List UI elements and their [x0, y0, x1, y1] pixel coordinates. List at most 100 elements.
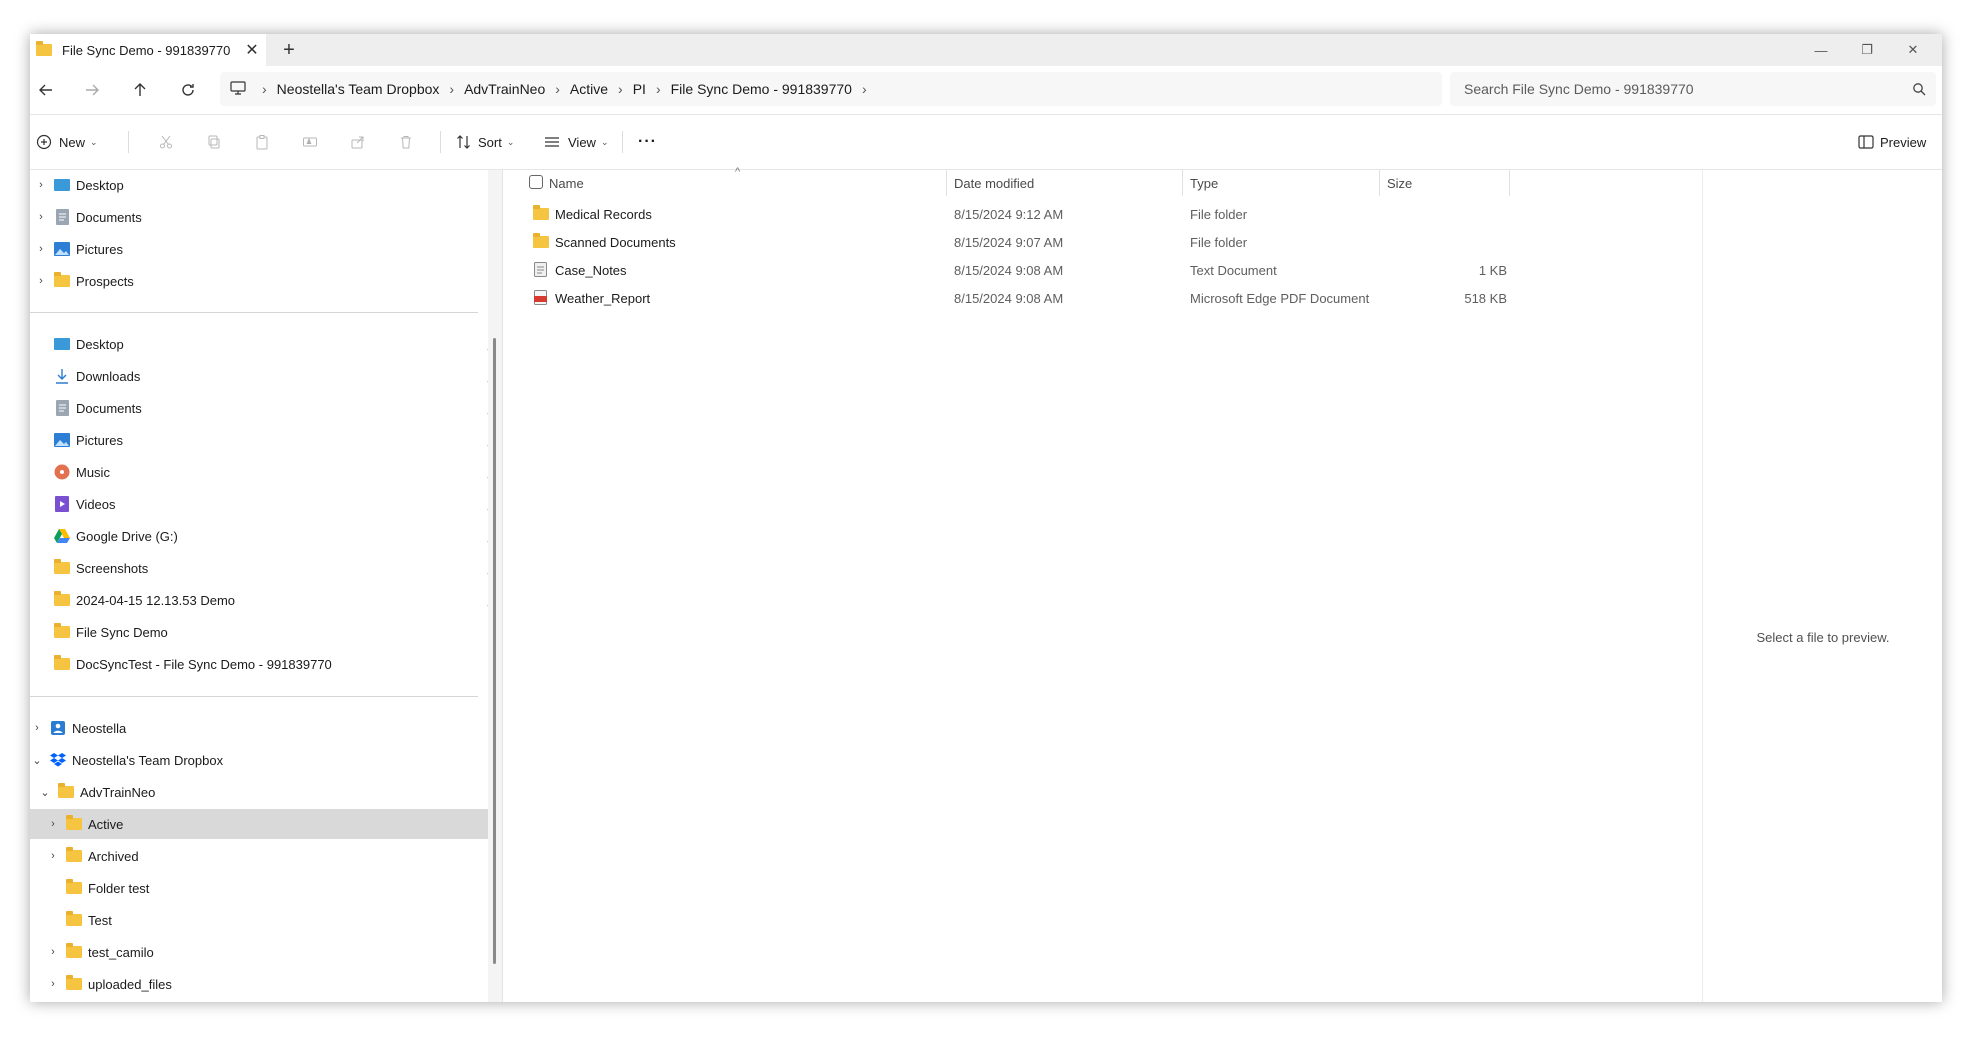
- quick-access-music[interactable]: Music 📌: [30, 457, 488, 487]
- tree-test-camilo[interactable]: › test_camilo: [30, 937, 488, 967]
- quick-access-docsynctest[interactable]: DocSyncTest - File Sync Demo - 991839770: [30, 649, 488, 679]
- column-divider[interactable]: [946, 170, 947, 196]
- cut-button[interactable]: [158, 130, 174, 154]
- close-tab-button[interactable]: ✕: [238, 40, 266, 60]
- select-all-checkbox[interactable]: [529, 175, 543, 192]
- chevron-right-icon[interactable]: ›: [555, 81, 560, 97]
- quick-access-demo-folder[interactable]: 2024-04-15 12.13.53 Demo 📌: [30, 585, 488, 615]
- trash-icon: [401, 136, 411, 149]
- chevron-right-icon[interactable]: ›: [34, 243, 48, 255]
- chevron-right-icon[interactable]: ›: [449, 81, 454, 97]
- scrollbar-thumb[interactable]: [493, 338, 496, 964]
- quick-access-videos[interactable]: Videos 📌: [30, 489, 488, 519]
- chevron-right-icon[interactable]: ›: [862, 81, 867, 97]
- quick-access-desktop[interactable]: Desktop 📌: [30, 329, 488, 359]
- quick-access-pictures[interactable]: Pictures 📌: [30, 425, 488, 455]
- share-button[interactable]: [350, 130, 366, 154]
- quick-access-google-drive[interactable]: Google Drive (G:) 📌: [30, 521, 488, 551]
- tab-title: File Sync Demo - 991839770: [62, 42, 231, 58]
- chevron-down-icon[interactable]: ⌄: [38, 786, 52, 799]
- column-divider[interactable]: [1182, 170, 1183, 196]
- table-row[interactable]: Scanned Documents 8/15/2024 9:07 AM File…: [503, 228, 1503, 256]
- table-row[interactable]: Case_Notes 8/15/2024 9:08 AM Text Docume…: [503, 256, 1507, 284]
- breadcrumb-file-sync-demo[interactable]: File Sync Demo - 991839770: [671, 81, 852, 97]
- folder-icon: [54, 655, 70, 672]
- breadcrumb-active[interactable]: Active: [570, 81, 608, 97]
- new-tab-button[interactable]: +: [276, 38, 302, 62]
- column-header-name[interactable]: Name: [549, 176, 584, 191]
- nav-item-prospects[interactable]: › Prospects: [30, 266, 486, 296]
- share-icon: [351, 136, 364, 149]
- tree-archived[interactable]: › Archived: [30, 841, 488, 871]
- paste-button[interactable]: [254, 130, 270, 154]
- chevron-right-icon[interactable]: ›: [656, 81, 661, 97]
- sort-button[interactable]: Sort ⌄: [456, 130, 514, 154]
- quick-access-screenshots[interactable]: Screenshots 📌: [30, 553, 488, 583]
- preview-toggle-button[interactable]: Preview: [1858, 130, 1926, 154]
- chevron-right-icon[interactable]: ›: [34, 211, 48, 223]
- close-window-button[interactable]: ✕: [1890, 34, 1936, 66]
- tree-team-dropbox[interactable]: ⌄ Neostella's Team Dropbox: [30, 745, 482, 775]
- up-button[interactable]: [126, 78, 154, 102]
- tree-active[interactable]: › Active: [30, 809, 488, 839]
- file-explorer-window: File Sync Demo - 991839770 ✕ + — ❐ ✕ › N…: [30, 34, 1942, 1002]
- column-divider[interactable]: [1509, 170, 1510, 196]
- back-button[interactable]: [32, 78, 60, 102]
- quick-access-documents[interactable]: Documents 📌: [30, 393, 488, 423]
- tree-uploaded-files[interactable]: › uploaded_files: [30, 969, 488, 999]
- quick-access-downloads[interactable]: Downloads 📌: [30, 361, 488, 391]
- more-options-button[interactable]: ···: [638, 130, 657, 154]
- file-date: 8/15/2024 9:08 AM: [954, 263, 1064, 278]
- minimize-button[interactable]: —: [1798, 34, 1844, 66]
- close-icon: ✕: [1907, 42, 1919, 57]
- chevron-right-icon[interactable]: ›: [46, 850, 60, 862]
- search-input[interactable]: Search File Sync Demo - 991839770: [1450, 72, 1936, 106]
- column-header-size[interactable]: Size: [1387, 176, 1412, 191]
- breadcrumb-team-dropbox[interactable]: Neostella's Team Dropbox: [277, 81, 440, 97]
- nav-scrollbar[interactable]: [488, 170, 502, 1002]
- chevron-right-icon[interactable]: ›: [30, 722, 44, 734]
- nav-item-pictures[interactable]: › Pictures: [30, 234, 486, 264]
- toolbar-divider: [128, 131, 129, 153]
- nav-item-desktop[interactable]: › Desktop: [30, 170, 486, 200]
- chevron-right-icon[interactable]: ›: [34, 179, 48, 191]
- pictures-icon: [54, 241, 70, 257]
- tree-folder-test[interactable]: Folder test: [30, 873, 488, 903]
- chevron-right-icon[interactable]: ›: [46, 978, 60, 990]
- table-row[interactable]: Weather_Report 8/15/2024 9:08 AM Microso…: [503, 284, 1507, 312]
- toolbar-divider: [622, 131, 623, 153]
- tree-neostella[interactable]: › Neostella: [30, 713, 482, 743]
- new-button[interactable]: New ⌄: [36, 130, 98, 154]
- column-header-date[interactable]: Date modified: [954, 176, 1034, 191]
- chevron-down-icon[interactable]: ⌄: [30, 754, 44, 767]
- file-type: File folder: [1190, 207, 1248, 222]
- breadcrumb-pi[interactable]: PI: [633, 81, 646, 97]
- table-row[interactable]: Medical Records 8/15/2024 9:12 AM File f…: [503, 200, 1503, 228]
- address-bar[interactable]: › Neostella's Team Dropbox › AdvTrainNeo…: [220, 72, 1442, 106]
- chevron-right-icon[interactable]: ›: [618, 81, 623, 97]
- view-label: View: [568, 134, 596, 150]
- rename-button[interactable]: [302, 130, 318, 154]
- tab-file-sync-demo[interactable]: File Sync Demo - 991839770 ✕: [30, 34, 266, 66]
- quick-access-file-sync-demo[interactable]: File Sync Demo: [30, 617, 488, 647]
- documents-icon: [54, 400, 70, 416]
- nav-item-documents[interactable]: › Documents: [30, 202, 486, 232]
- search-icon: [1913, 83, 1926, 96]
- chevron-right-icon[interactable]: ›: [46, 818, 60, 830]
- copy-button[interactable]: [206, 130, 222, 154]
- maximize-button[interactable]: ❐: [1844, 34, 1890, 66]
- file-type: File folder: [1190, 235, 1248, 250]
- tree-test[interactable]: Test: [30, 905, 488, 935]
- column-header-type[interactable]: Type: [1190, 176, 1218, 191]
- forward-button[interactable]: [78, 78, 106, 102]
- file-name: Scanned Documents: [555, 235, 676, 250]
- chevron-right-icon[interactable]: ›: [34, 275, 48, 287]
- breadcrumb-advtrainneo[interactable]: AdvTrainNeo: [464, 81, 545, 97]
- delete-button[interactable]: [398, 130, 414, 154]
- column-divider[interactable]: [1379, 170, 1380, 196]
- refresh-button[interactable]: [174, 78, 202, 102]
- chevron-right-icon[interactable]: ›: [46, 946, 60, 958]
- tree-advtrainneo[interactable]: ⌄ AdvTrainNeo: [30, 777, 488, 807]
- view-button[interactable]: View ⌄: [544, 130, 609, 154]
- file-name: Weather_Report: [555, 291, 651, 306]
